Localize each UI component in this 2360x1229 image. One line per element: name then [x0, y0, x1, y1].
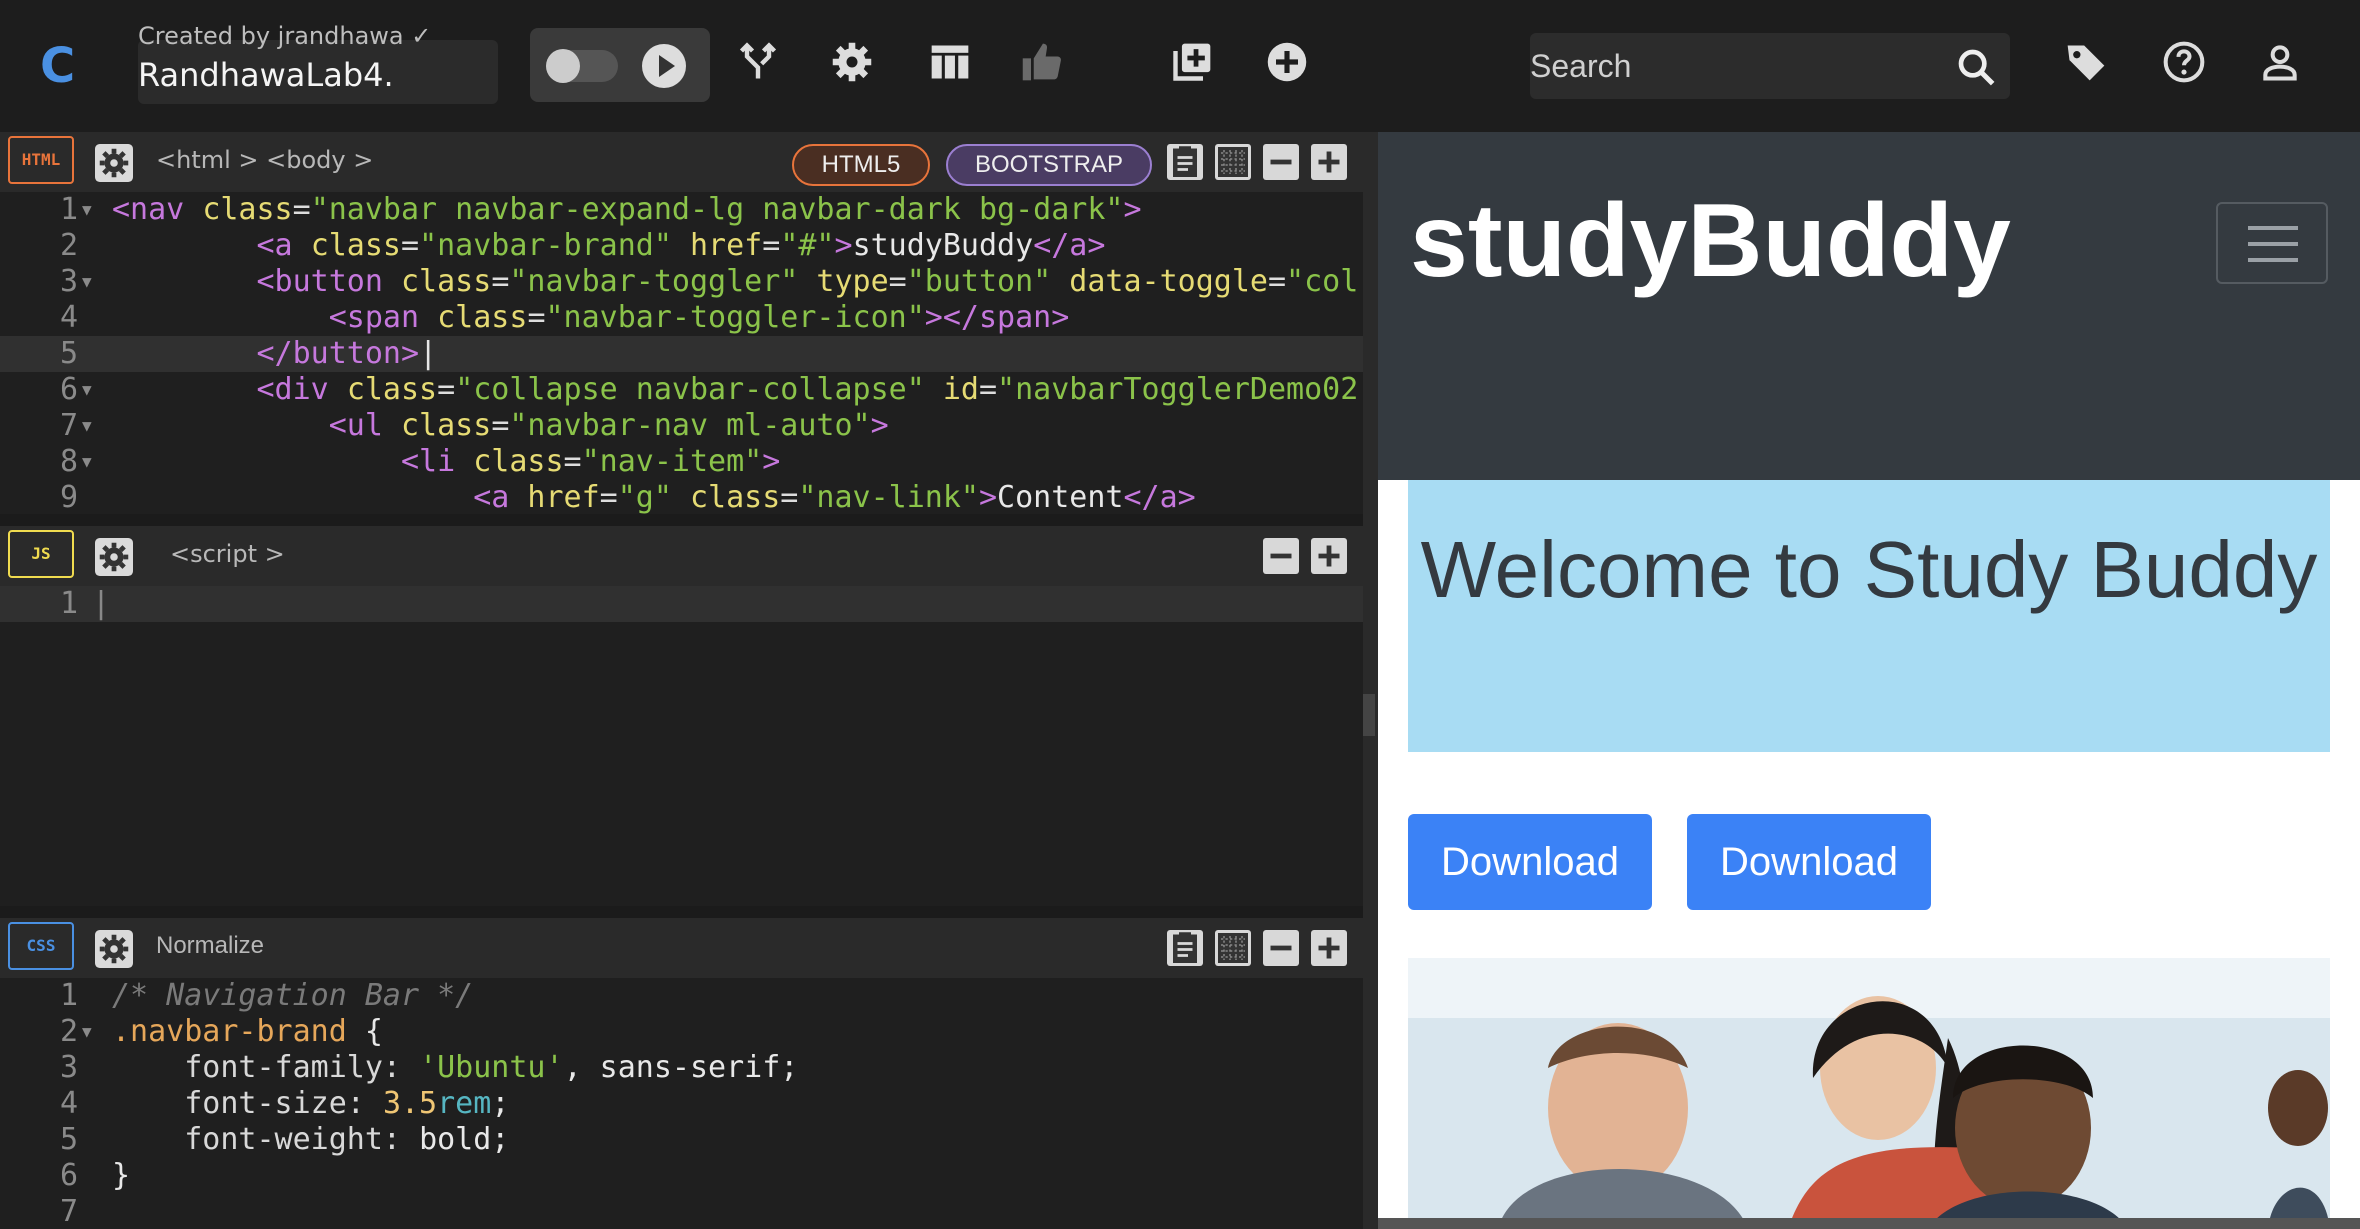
code-line: 5 font-weight: bold;: [59, 1122, 510, 1157]
code-line-active: 5 </button>|: [0, 336, 1363, 372]
code-line: 4 <span class="navbar-toggler-icon"></sp…: [59, 300, 1070, 335]
css-format-icon[interactable]: [1167, 930, 1203, 966]
students-photo: [1408, 958, 2330, 1229]
css-settings-gear-icon[interactable]: [95, 930, 133, 968]
app-logo[interactable]: C: [40, 40, 80, 92]
search-box: [1530, 33, 2010, 99]
html-code-editor[interactable]: 1 ▼ <nav class="navbar navbar-expand-lg na…: [0, 192, 1363, 514]
like-icon[interactable]: [1020, 40, 1064, 84]
jumbotron-title: Welcome to Study Buddy: [1420, 525, 2318, 614]
html5-pill[interactable]: HTML5: [792, 144, 930, 186]
code-line: 1 ▼ <nav class="navbar navbar-expand-lg na…: [59, 192, 1142, 227]
code-line: 2 ▼ .navbar-brand {: [59, 1014, 383, 1049]
js-settings-gear-icon[interactable]: [95, 538, 133, 576]
code-line: 6 ▼ <div class="collapse navbar-collapse"…: [59, 372, 1363, 407]
html-breadcrumb: <html > <body >: [156, 146, 374, 174]
run-controls: [530, 28, 710, 102]
search-input[interactable]: [1530, 33, 1940, 99]
navbar-brand[interactable]: studyBuddy: [1410, 182, 2011, 301]
js-collapse-icon[interactable]: [1263, 538, 1299, 574]
preview-frame: studyBuddy Welcome to Study Buddy Downlo…: [1378, 132, 2360, 1229]
code-line: 1/* Navigation Bar */: [59, 978, 474, 1013]
code-line: 7 ▼ <ul class="navbar-nav ml-auto">: [59, 408, 889, 443]
css-preprocessor-label: Normalize: [156, 932, 265, 959]
layout-icon[interactable]: [928, 40, 972, 84]
download-button-2[interactable]: Download: [1687, 814, 1931, 910]
code-line: 8 ▼ <li class="nav-item">: [59, 444, 781, 479]
code-line: 3 font-family: 'Ubuntu', sans-serif;: [59, 1050, 799, 1085]
js-code-editor[interactable]: 1 |: [0, 586, 1363, 906]
css-code-editor[interactable]: 1/* Navigation Bar */ 2 ▼ .navbar-brand { …: [0, 978, 1363, 1229]
collapse-icon[interactable]: [1263, 144, 1299, 180]
html-settings-gear-icon[interactable]: [95, 144, 133, 182]
html-pane-header: HTML <html > <body > HTML5 BOOTSTRAP: [0, 132, 1363, 192]
user-icon[interactable]: [2258, 40, 2302, 84]
jumbotron: Welcome to Study Buddy: [1408, 480, 2330, 752]
pane-resize-handle[interactable]: [1363, 132, 1378, 1229]
project-title-box[interactable]: Created by jrandhawa ✓ RandhawaLab4.: [138, 22, 498, 104]
js-expand-icon[interactable]: [1311, 538, 1347, 574]
preview-scrollbar[interactable]: [1378, 1218, 2360, 1229]
css-badge: CSS: [8, 922, 74, 970]
css-pane-header: CSS Normalize: [0, 918, 1363, 978]
project-name[interactable]: RandhawaLab4.: [138, 56, 394, 94]
bootstrap-pill[interactable]: BOOTSTRAP: [946, 144, 1152, 186]
analyze-icon[interactable]: [1215, 144, 1251, 180]
code-line-active: 1 |: [0, 586, 1363, 622]
code-line: 6}: [59, 1158, 131, 1193]
css-analyze-icon[interactable]: [1215, 930, 1251, 966]
code-line: 7: [59, 1194, 78, 1229]
search-icon[interactable]: [1956, 47, 1996, 87]
js-pane-header: JS <script >: [0, 526, 1363, 586]
code-line: 3 ▼ <button class="navbar-toggler" type="…: [59, 264, 1359, 299]
code-line: 2 <a class="navbar-brand" href="#">study…: [59, 228, 1106, 263]
code-line: 4 font-size: 3.5rem;: [59, 1086, 510, 1121]
code-line: 9 <a href="g" class="nav-link">Content</…: [59, 480, 1196, 514]
html-badge: HTML: [8, 136, 74, 184]
format-icon[interactable]: [1167, 144, 1203, 180]
navbar-toggler-button[interactable]: [2216, 202, 2328, 284]
js-badge: JS: [8, 530, 74, 578]
css-expand-icon[interactable]: [1311, 930, 1347, 966]
top-bar: C Created by jrandhawa ✓ RandhawaLab4.: [0, 0, 2360, 132]
settings-icon[interactable]: [830, 40, 874, 84]
add-icon[interactable]: [1265, 40, 1309, 84]
new-pen-icon[interactable]: [1170, 40, 1214, 84]
run-button[interactable]: [642, 44, 686, 88]
tag-icon[interactable]: [2064, 40, 2108, 84]
css-collapse-icon[interactable]: [1263, 930, 1299, 966]
created-by-label: Created by jrandhawa ✓: [138, 22, 432, 50]
help-icon[interactable]: [2162, 40, 2206, 84]
download-button-1[interactable]: Download: [1408, 814, 1652, 910]
js-breadcrumb: <script >: [170, 540, 285, 568]
autorun-toggle[interactable]: [546, 49, 618, 83]
fork-icon[interactable]: [736, 40, 780, 84]
expand-icon[interactable]: [1311, 144, 1347, 180]
preview-navbar: studyBuddy: [1378, 132, 2360, 480]
